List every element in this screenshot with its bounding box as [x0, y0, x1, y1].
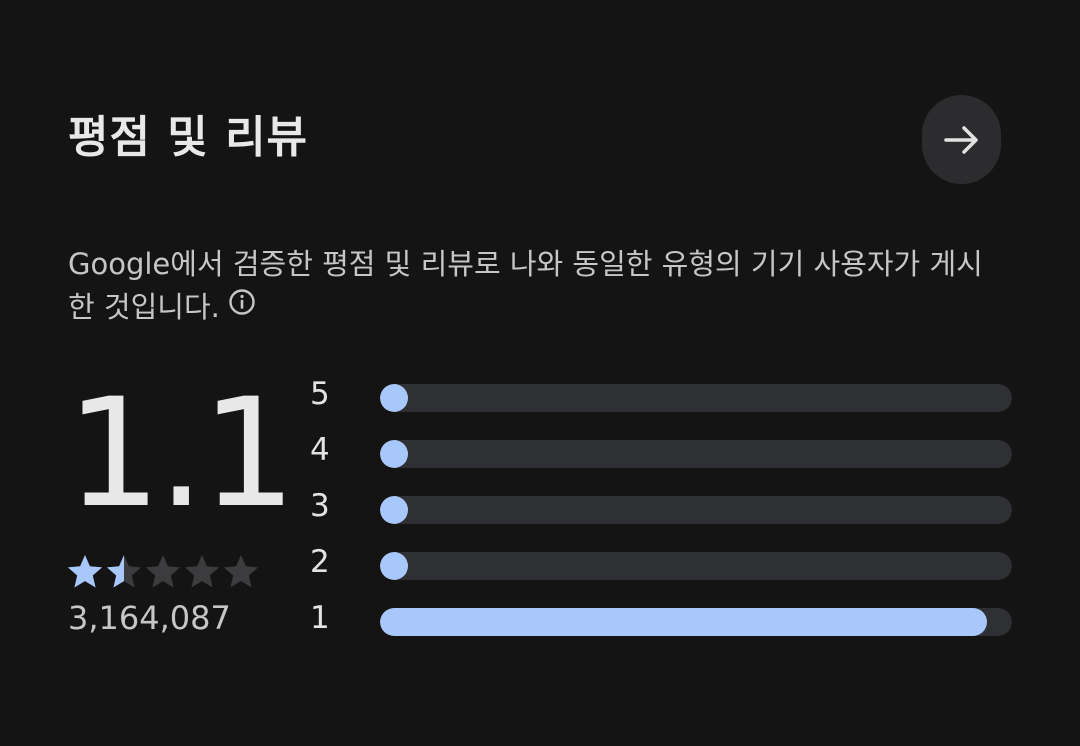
- rating-bar-track: [380, 440, 1012, 468]
- average-rating: 1.1: [66, 367, 297, 541]
- rating-bar-track: [380, 384, 1012, 412]
- rating-bar-5: 5: [310, 376, 1012, 412]
- info-icon[interactable]: [228, 285, 256, 328]
- star-icon: [145, 555, 181, 588]
- rating-bar-4: 4: [310, 432, 1012, 468]
- rating-bar-label: 2: [310, 544, 330, 580]
- rating-bar-fill: [380, 440, 409, 468]
- rating-bar-track: [380, 496, 1012, 524]
- rating-bar-fill: [380, 552, 409, 580]
- star-rating: [66, 553, 260, 591]
- rating-bar-track: [380, 608, 1012, 636]
- rating-bar-label: 4: [310, 432, 330, 468]
- rating-bar-label: 3: [310, 488, 330, 524]
- description-text: Google에서 검증한 평점 및 리뷰로 나와 동일한 유형의 기기 사용자가…: [68, 247, 983, 324]
- star-icon: [184, 555, 220, 588]
- section-title: 평점 및 리뷰: [68, 112, 309, 163]
- see-all-reviews-button[interactable]: [922, 95, 1001, 184]
- rating-description: Google에서 검증한 평점 및 리뷰로 나와 동일한 유형의 기기 사용자가…: [68, 243, 988, 329]
- rating-bar-fill: [380, 384, 409, 412]
- rating-bar-fill: [380, 608, 987, 636]
- arrow-right-icon: [943, 125, 978, 154]
- rating-bar-track: [380, 552, 1012, 580]
- star-icon: [67, 555, 103, 588]
- star-icon: [106, 555, 142, 588]
- review-count: 3,164,087: [68, 599, 231, 637]
- rating-bar-label: 1: [310, 600, 330, 636]
- rating-bar-1: 1: [310, 600, 1012, 636]
- rating-bar-fill: [380, 496, 409, 524]
- rating-bar-3: 3: [310, 488, 1012, 524]
- star-icon: [223, 555, 259, 588]
- rating-bar-2: 2: [310, 544, 1012, 580]
- rating-bar-label: 5: [310, 376, 330, 412]
